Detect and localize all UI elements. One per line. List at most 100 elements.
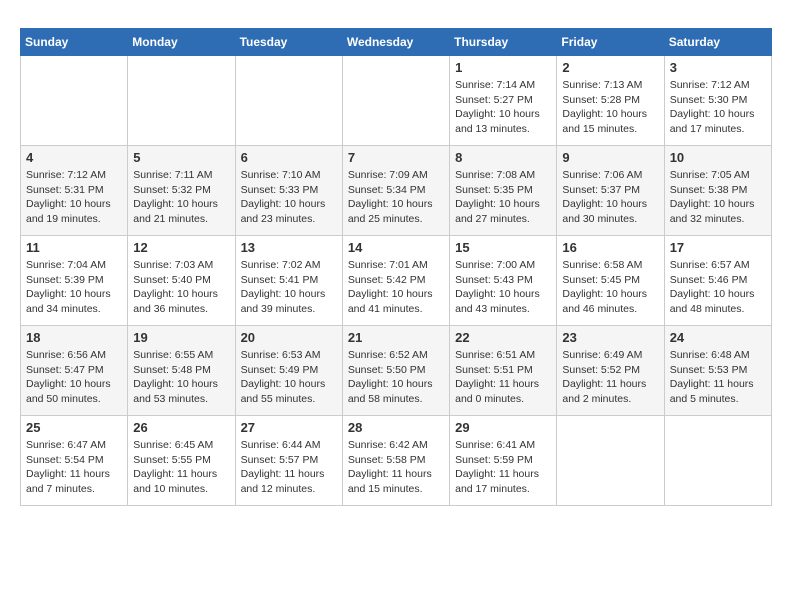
day-cell: 7Sunrise: 7:09 AMSunset: 5:34 PMDaylight…: [342, 146, 449, 236]
day-number: 3: [670, 60, 766, 75]
day-number: 25: [26, 420, 122, 435]
day-info: Sunrise: 7:08 AMSunset: 5:35 PMDaylight:…: [455, 168, 551, 227]
day-cell: 27 Sunrise: 6:44 AMSunset: 5:57 PMDayligh…: [235, 416, 342, 506]
day-info: Sunrise: 7:11 AMSunset: 5:32 PMDaylight:…: [133, 168, 229, 227]
day-cell: 29 Sunrise: 6:41 AMSunset: 5:59 PMDayligh…: [450, 416, 557, 506]
day-number: 24: [670, 330, 766, 345]
day-number: 15: [455, 240, 551, 255]
day-number: 2: [562, 60, 658, 75]
day-info: Sunrise: 7:00 AMSunset: 5:43 PMDaylight:…: [455, 258, 551, 317]
day-cell: 19 Sunrise: 6:55 AMSunset: 5:48 PMDayligh…: [128, 326, 235, 416]
day-number: 14: [348, 240, 444, 255]
day-info: Sunrise: 6:48 AMSunset: 5:53 PMDaylight:…: [670, 348, 766, 407]
day-cell: 21Sunrise: 6:52 AMSunset: 5:50 PMDayligh…: [342, 326, 449, 416]
day-cell: 14 Sunrise: 7:01 AMSunset: 5:42 PMDayligh…: [342, 236, 449, 326]
day-cell: 2 Sunrise: 7:13 AMSunset: 5:28 PMDaylight…: [557, 56, 664, 146]
week-row-1: 1 Sunrise: 7:14 AMSunset: 5:27 PMDaylight…: [21, 56, 772, 146]
col-header-tuesday: Tuesday: [235, 29, 342, 56]
day-number: 17: [670, 240, 766, 255]
day-cell: 3 Sunrise: 7:12 AMSunset: 5:30 PMDaylight…: [664, 56, 771, 146]
day-cell: [21, 56, 128, 146]
day-cell: 25 Sunrise: 6:47 AMSunset: 5:54 PMDayligh…: [21, 416, 128, 506]
col-header-wednesday: Wednesday: [342, 29, 449, 56]
day-info: Sunrise: 7:06 AMSunset: 5:37 PMDaylight:…: [562, 168, 658, 227]
week-row-4: 18 Sunrise: 6:56 AMSunset: 5:47 PMDayligh…: [21, 326, 772, 416]
day-cell: 4Sunrise: 7:12 AMSunset: 5:31 PMDaylight…: [21, 146, 128, 236]
day-number: 23: [562, 330, 658, 345]
day-info: Sunrise: 7:12 AMSunset: 5:31 PMDaylight:…: [26, 168, 122, 227]
day-number: 18: [26, 330, 122, 345]
week-row-2: 4Sunrise: 7:12 AMSunset: 5:31 PMDaylight…: [21, 146, 772, 236]
day-number: 6: [241, 150, 337, 165]
day-cell: 20 Sunrise: 6:53 AMSunset: 5:49 PMDayligh…: [235, 326, 342, 416]
day-number: 28: [348, 420, 444, 435]
calendar-table: SundayMondayTuesdayWednesdayThursdayFrid…: [20, 28, 772, 506]
day-info: Sunrise: 7:09 AMSunset: 5:34 PMDaylight:…: [348, 168, 444, 227]
day-info: Sunrise: 6:55 AMSunset: 5:48 PMDaylight:…: [133, 348, 229, 407]
day-info: Sunrise: 6:57 AMSunset: 5:46 PMDaylight:…: [670, 258, 766, 317]
day-cell: 28 Sunrise: 6:42 AMSunset: 5:58 PMDayligh…: [342, 416, 449, 506]
day-number: 9: [562, 150, 658, 165]
day-info: Sunrise: 7:05 AMSunset: 5:38 PMDaylight:…: [670, 168, 766, 227]
day-cell: 8 Sunrise: 7:08 AMSunset: 5:35 PMDaylight…: [450, 146, 557, 236]
day-number: 1: [455, 60, 551, 75]
day-cell: [235, 56, 342, 146]
day-info: Sunrise: 6:58 AMSunset: 5:45 PMDaylight:…: [562, 258, 658, 317]
day-cell: 12Sunrise: 7:03 AMSunset: 5:40 PMDayligh…: [128, 236, 235, 326]
day-info: Sunrise: 6:52 AMSunset: 5:50 PMDaylight:…: [348, 348, 444, 407]
day-cell: [664, 416, 771, 506]
day-cell: 6Sunrise: 7:10 AMSunset: 5:33 PMDaylight…: [235, 146, 342, 236]
day-info: Sunrise: 6:51 AMSunset: 5:51 PMDaylight:…: [455, 348, 551, 407]
day-number: 13: [241, 240, 337, 255]
week-row-5: 25 Sunrise: 6:47 AMSunset: 5:54 PMDayligh…: [21, 416, 772, 506]
day-number: 20: [241, 330, 337, 345]
day-cell: 11 Sunrise: 7:04 AMSunset: 5:39 PMDayligh…: [21, 236, 128, 326]
col-header-friday: Friday: [557, 29, 664, 56]
day-cell: 26 Sunrise: 6:45 AMSunset: 5:55 PMDayligh…: [128, 416, 235, 506]
day-cell: 9 Sunrise: 7:06 AMSunset: 5:37 PMDaylight…: [557, 146, 664, 236]
day-info: Sunrise: 6:44 AMSunset: 5:57 PMDaylight:…: [241, 438, 337, 497]
week-row-3: 11 Sunrise: 7:04 AMSunset: 5:39 PMDayligh…: [21, 236, 772, 326]
day-number: 29: [455, 420, 551, 435]
day-cell: 15 Sunrise: 7:00 AMSunset: 5:43 PMDayligh…: [450, 236, 557, 326]
col-header-monday: Monday: [128, 29, 235, 56]
day-number: 8: [455, 150, 551, 165]
day-info: Sunrise: 6:56 AMSunset: 5:47 PMDaylight:…: [26, 348, 122, 407]
day-cell: 1 Sunrise: 7:14 AMSunset: 5:27 PMDaylight…: [450, 56, 557, 146]
day-number: 16: [562, 240, 658, 255]
day-cell: [557, 416, 664, 506]
day-info: Sunrise: 7:01 AMSunset: 5:42 PMDaylight:…: [348, 258, 444, 317]
day-info: Sunrise: 6:41 AMSunset: 5:59 PMDaylight:…: [455, 438, 551, 497]
day-number: 12: [133, 240, 229, 255]
day-number: 19: [133, 330, 229, 345]
col-header-sunday: Sunday: [21, 29, 128, 56]
col-header-thursday: Thursday: [450, 29, 557, 56]
day-cell: 5 Sunrise: 7:11 AMSunset: 5:32 PMDaylight…: [128, 146, 235, 236]
day-cell: [128, 56, 235, 146]
day-info: Sunrise: 6:53 AMSunset: 5:49 PMDaylight:…: [241, 348, 337, 407]
day-cell: 18 Sunrise: 6:56 AMSunset: 5:47 PMDayligh…: [21, 326, 128, 416]
day-cell: 13 Sunrise: 7:02 AMSunset: 5:41 PMDayligh…: [235, 236, 342, 326]
day-cell: 17 Sunrise: 6:57 AMSunset: 5:46 PMDayligh…: [664, 236, 771, 326]
day-cell: 22 Sunrise: 6:51 AMSunset: 5:51 PMDayligh…: [450, 326, 557, 416]
day-info: Sunrise: 7:14 AMSunset: 5:27 PMDaylight:…: [455, 78, 551, 137]
day-cell: 10 Sunrise: 7:05 AMSunset: 5:38 PMDayligh…: [664, 146, 771, 236]
day-cell: 24 Sunrise: 6:48 AMSunset: 5:53 PMDayligh…: [664, 326, 771, 416]
day-number: 5: [133, 150, 229, 165]
day-cell: 16 Sunrise: 6:58 AMSunset: 5:45 PMDayligh…: [557, 236, 664, 326]
day-info: Sunrise: 6:45 AMSunset: 5:55 PMDaylight:…: [133, 438, 229, 497]
day-info: Sunrise: 6:47 AMSunset: 5:54 PMDaylight:…: [26, 438, 122, 497]
day-cell: 23 Sunrise: 6:49 AMSunset: 5:52 PMDayligh…: [557, 326, 664, 416]
day-number: 10: [670, 150, 766, 165]
day-number: 22: [455, 330, 551, 345]
day-number: 11: [26, 240, 122, 255]
day-info: Sunrise: 6:49 AMSunset: 5:52 PMDaylight:…: [562, 348, 658, 407]
col-header-saturday: Saturday: [664, 29, 771, 56]
day-info: Sunrise: 7:12 AMSunset: 5:30 PMDaylight:…: [670, 78, 766, 137]
day-info: Sunrise: 7:13 AMSunset: 5:28 PMDaylight:…: [562, 78, 658, 137]
day-info: Sunrise: 6:42 AMSunset: 5:58 PMDaylight:…: [348, 438, 444, 497]
day-number: 26: [133, 420, 229, 435]
day-info: Sunrise: 7:02 AMSunset: 5:41 PMDaylight:…: [241, 258, 337, 317]
day-info: Sunrise: 7:04 AMSunset: 5:39 PMDaylight:…: [26, 258, 122, 317]
day-number: 27: [241, 420, 337, 435]
